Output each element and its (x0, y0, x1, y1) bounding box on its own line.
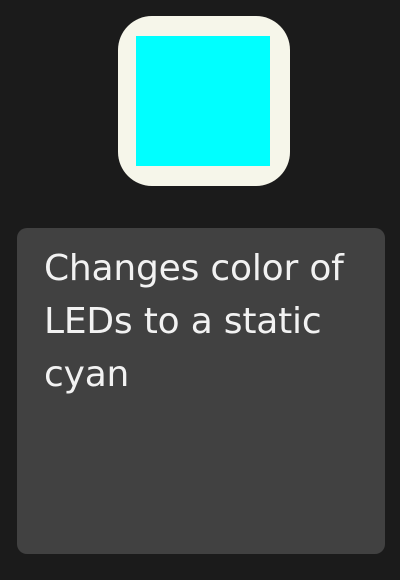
cyan-color-button[interactable] (118, 16, 290, 186)
color-swatch (136, 36, 270, 166)
description-text: Changes color of LEDs to a static cyan (44, 248, 344, 395)
description-card: Changes color of LEDs to a static cyan (17, 228, 385, 554)
